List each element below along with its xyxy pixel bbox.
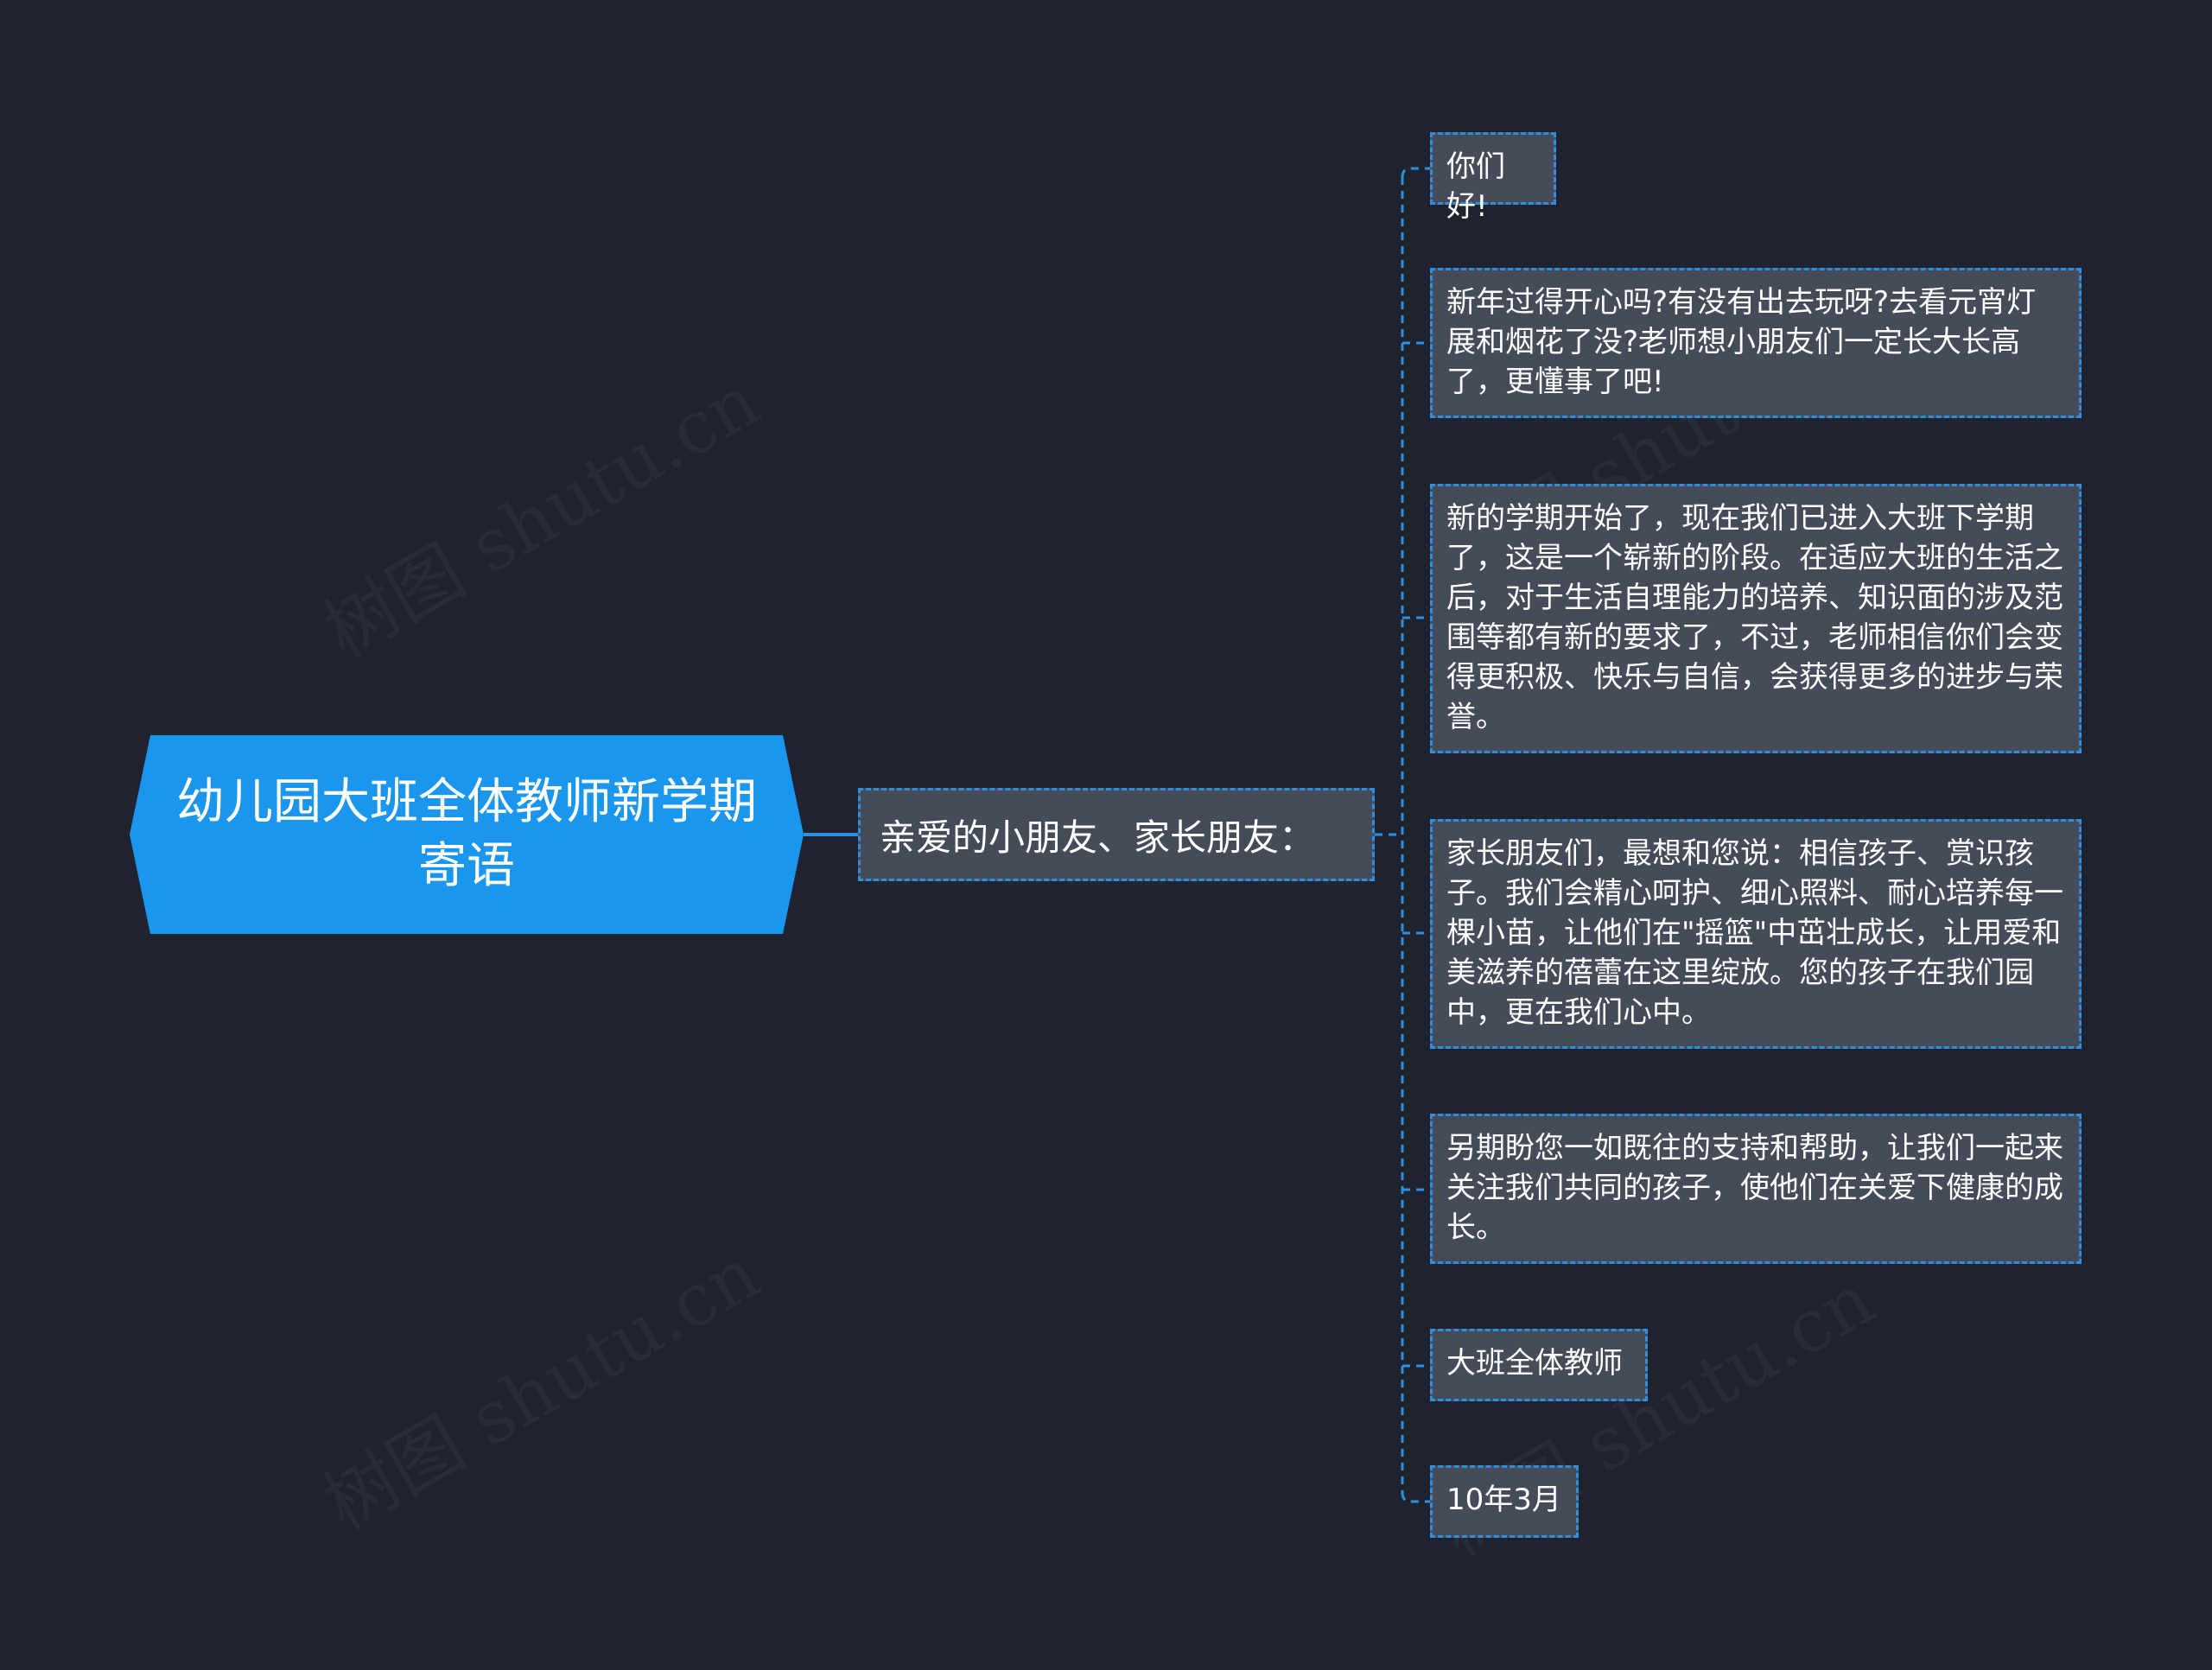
root-node[interactable]: 幼儿园大班全体教师新学期寄语: [130, 735, 804, 934]
leaf-node-text: 新的学期开始了，现在我们已进入大班下学期了，这是一个崭新的阶段。在适应大班的生活…: [1446, 501, 2063, 734]
branch-node[interactable]: 亲爱的小朋友、家长朋友：: [858, 788, 1375, 881]
leaf-node-new-year[interactable]: 新年过得开心吗?有没有出去玩呀?去看元宵灯展和烟花了没?老师想小朋友们一定长大长…: [1430, 268, 2082, 418]
leaf-node-greeting[interactable]: 你们好!: [1430, 132, 1556, 224]
mindmap-canvas: 树图 shutu.cn 树图 shutu.cn 树图 shutu.cn 树图 s…: [0, 0, 2212, 1670]
leaf-node-new-semester[interactable]: 新的学期开始了，现在我们已进入大班下学期了，这是一个崭新的阶段。在适应大班的生活…: [1430, 484, 2082, 753]
leaf-node-text: 10年3月: [1446, 1483, 1561, 1517]
leaf-node-support[interactable]: 另期盼您一如既往的支持和帮助，让我们一起来关注我们共同的孩子，使他们在关爱下健康…: [1430, 1114, 2082, 1264]
branch-node-label: 亲爱的小朋友、家长朋友：: [880, 816, 1316, 859]
branch-to-leaves-connectors: [1375, 167, 1430, 1503]
leaf-node-text: 新年过得开心吗?有没有出去玩呀?去看元宵灯展和烟花了没?老师想小朋友们一定长大长…: [1446, 285, 2037, 399]
leaf-node-signature[interactable]: 大班全体教师: [1430, 1329, 1648, 1401]
leaf-node-date[interactable]: 10年3月: [1430, 1465, 1579, 1538]
leaf-node-text: 大班全体教师: [1446, 1346, 1623, 1381]
leaf-node-parents[interactable]: 家长朋友们，最想和您说：相信孩子、赏识孩子。我们会精心呵护、细心照料、耐心培养每…: [1430, 819, 2082, 1049]
leaf-node-text: 家长朋友们，最想和您说：相信孩子、赏识孩子。我们会精心呵护、细心照料、耐心培养每…: [1446, 836, 2063, 1030]
root-node-label: 幼儿园大班全体教师新学期寄语: [176, 774, 757, 894]
leaf-node-text: 另期盼您一如既往的支持和帮助，让我们一起来关注我们共同的孩子，使他们在关爱下健康…: [1446, 1131, 2063, 1245]
leaf-node-text: 你们好!: [1446, 149, 1505, 224]
